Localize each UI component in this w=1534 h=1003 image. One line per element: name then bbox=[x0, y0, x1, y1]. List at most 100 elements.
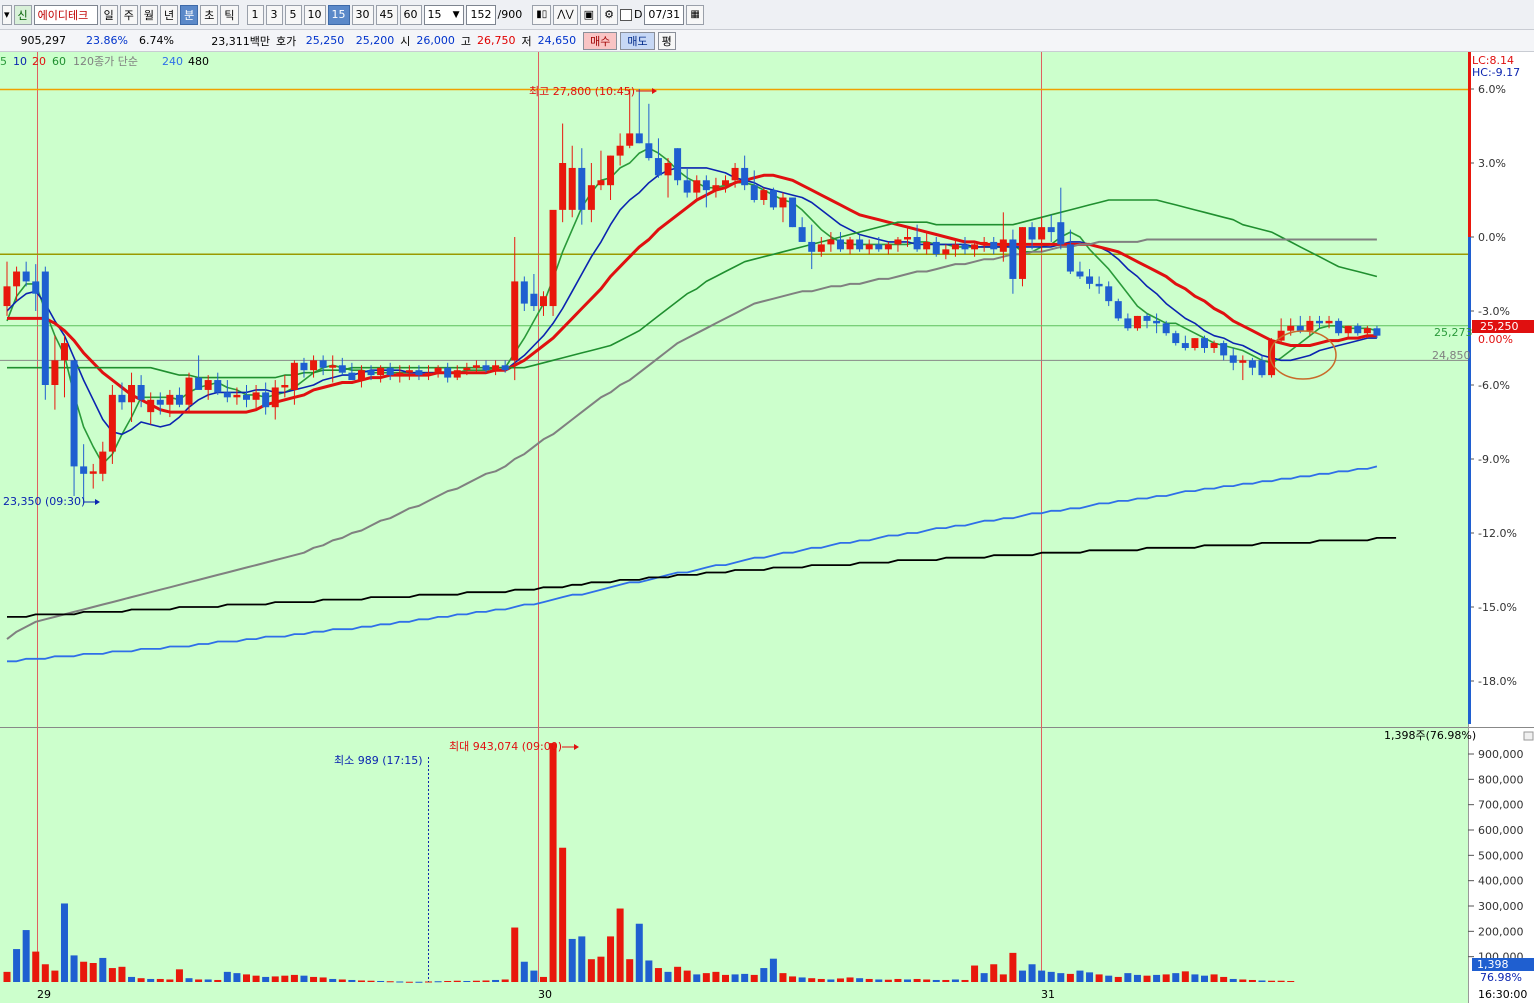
volume-bar bbox=[884, 979, 892, 982]
volume-tick-label: 700,000 bbox=[1478, 799, 1524, 812]
interval-30-button[interactable]: 30 bbox=[351, 4, 374, 25]
volume-bar bbox=[290, 974, 298, 982]
period-week-button[interactable]: 주 bbox=[119, 4, 138, 25]
volume-bar bbox=[1105, 975, 1113, 982]
volume-bar bbox=[511, 927, 519, 982]
price-tick-label: 3.0% bbox=[1478, 157, 1506, 170]
volume-bar bbox=[118, 966, 126, 982]
interval-select[interactable]: 15 ▼ bbox=[423, 4, 464, 25]
candle-body bbox=[1172, 333, 1180, 344]
interval-5-button[interactable]: 5 bbox=[284, 4, 302, 25]
volume-bar bbox=[664, 971, 672, 982]
interval-10-button[interactable]: 10 bbox=[303, 4, 326, 25]
period-day-button[interactable]: 일 bbox=[99, 4, 118, 25]
period-second-button[interactable]: 초 bbox=[200, 4, 219, 25]
candle-body bbox=[913, 237, 921, 250]
volume-bar bbox=[367, 980, 375, 982]
quote-ask: 25,250 bbox=[305, 34, 345, 47]
candle-body bbox=[156, 399, 164, 405]
volume-tick-label: 200,000 bbox=[1478, 925, 1524, 938]
candle-body bbox=[884, 244, 892, 250]
save-icon[interactable]: ▣ bbox=[579, 4, 599, 25]
volume-bar bbox=[223, 971, 231, 982]
volume-bar bbox=[1018, 970, 1026, 982]
quote-open: 26,000 bbox=[416, 34, 455, 47]
candle-style-icon[interactable]: ▮▯ bbox=[532, 4, 552, 25]
volume-bar bbox=[128, 976, 136, 982]
volume-bar bbox=[750, 974, 758, 982]
period-month-button[interactable]: 월 bbox=[139, 4, 159, 25]
interval-15-button[interactable]: 15 bbox=[327, 4, 350, 25]
buy-button[interactable]: 매수 bbox=[583, 31, 618, 50]
volume-bar bbox=[472, 980, 480, 982]
volume-bar bbox=[856, 978, 864, 982]
calendar-icon[interactable]: ▦ bbox=[686, 4, 704, 25]
volume-min-annotation: 최소 989 (17:15) bbox=[334, 754, 423, 767]
candle-body bbox=[1315, 320, 1323, 324]
period-minute-button[interactable]: 분 bbox=[180, 4, 199, 25]
candle-body bbox=[3, 286, 11, 307]
volume-bar bbox=[1047, 971, 1055, 982]
volume-bar bbox=[559, 847, 567, 982]
stock-name-field[interactable]: 에이디테크 bbox=[33, 4, 98, 25]
date-field[interactable]: 07/31 bbox=[644, 4, 685, 25]
count-field[interactable]: 152 bbox=[465, 4, 496, 25]
volume-bar bbox=[482, 980, 490, 982]
volume-pct-label: 76.98% bbox=[1480, 971, 1522, 984]
volume-bar bbox=[453, 980, 461, 982]
volume-bar bbox=[1191, 974, 1199, 982]
candle-body bbox=[1086, 276, 1094, 284]
period-tick-button[interactable]: 틱 bbox=[220, 4, 239, 25]
volume-bar bbox=[1124, 973, 1132, 982]
interval-60-button[interactable]: 60 bbox=[399, 4, 422, 25]
candle-body bbox=[511, 281, 519, 361]
candle-body bbox=[425, 372, 433, 376]
interval-1-button[interactable]: 1 bbox=[246, 4, 264, 25]
candle-body bbox=[1028, 227, 1036, 240]
candle-body bbox=[779, 197, 787, 208]
volume-bar bbox=[990, 964, 998, 982]
gear-icon[interactable]: ⚙ bbox=[600, 4, 618, 25]
volume-bar bbox=[329, 978, 337, 982]
candle-body bbox=[128, 385, 136, 403]
volume-bar bbox=[712, 971, 720, 982]
volume-bar bbox=[1009, 952, 1017, 982]
period-year-button[interactable]: 년 bbox=[160, 4, 179, 25]
volume-bar bbox=[1066, 973, 1074, 982]
volume-bar bbox=[1086, 972, 1094, 982]
volume-bar bbox=[41, 964, 49, 982]
legend-period-5: 5 bbox=[0, 55, 7, 68]
volume-bar bbox=[13, 949, 21, 982]
scroll-button[interactable] bbox=[1523, 731, 1534, 741]
candle-body bbox=[453, 370, 461, 378]
volume-bar bbox=[214, 979, 222, 982]
date-label-29: 29 bbox=[37, 988, 51, 1001]
quote-volume: 905,297 bbox=[20, 34, 67, 47]
dropdown-arrow-icon[interactable]: ▾ bbox=[2, 4, 12, 25]
legend-period-60: 60 bbox=[52, 55, 66, 68]
volume-bar bbox=[1239, 979, 1247, 982]
candle-body bbox=[683, 180, 691, 193]
line-style-icon[interactable]: ⋀⋁ bbox=[553, 4, 578, 25]
volume-bar bbox=[520, 961, 528, 982]
interval-45-button[interactable]: 45 bbox=[375, 4, 398, 25]
candle-body bbox=[865, 244, 873, 250]
candle-body bbox=[1047, 227, 1055, 233]
eval-button[interactable]: 평 bbox=[657, 31, 676, 50]
candle-body bbox=[319, 360, 327, 368]
candle-body bbox=[760, 190, 768, 200]
volume-bar bbox=[578, 936, 586, 982]
sell-button[interactable]: 매도 bbox=[620, 31, 655, 50]
candle-body bbox=[233, 394, 241, 398]
volume-bar bbox=[674, 966, 682, 982]
new-stock-badge[interactable]: 신 bbox=[13, 4, 32, 25]
volume-bar bbox=[741, 973, 749, 982]
stock-chart[interactable]: 6.0% 3.0% 0.0% -3.0% -6.0% -9.0% -12.0% -15.0% -… bbox=[0, 52, 1534, 1003]
volume-bar bbox=[357, 980, 365, 982]
candle-body bbox=[971, 244, 979, 250]
candle-body bbox=[1162, 323, 1170, 334]
candle-body bbox=[13, 271, 21, 287]
date-checkbox[interactable] bbox=[619, 8, 632, 21]
volume-plot-background bbox=[0, 728, 1468, 1003]
interval-3-button[interactable]: 3 bbox=[265, 4, 283, 25]
